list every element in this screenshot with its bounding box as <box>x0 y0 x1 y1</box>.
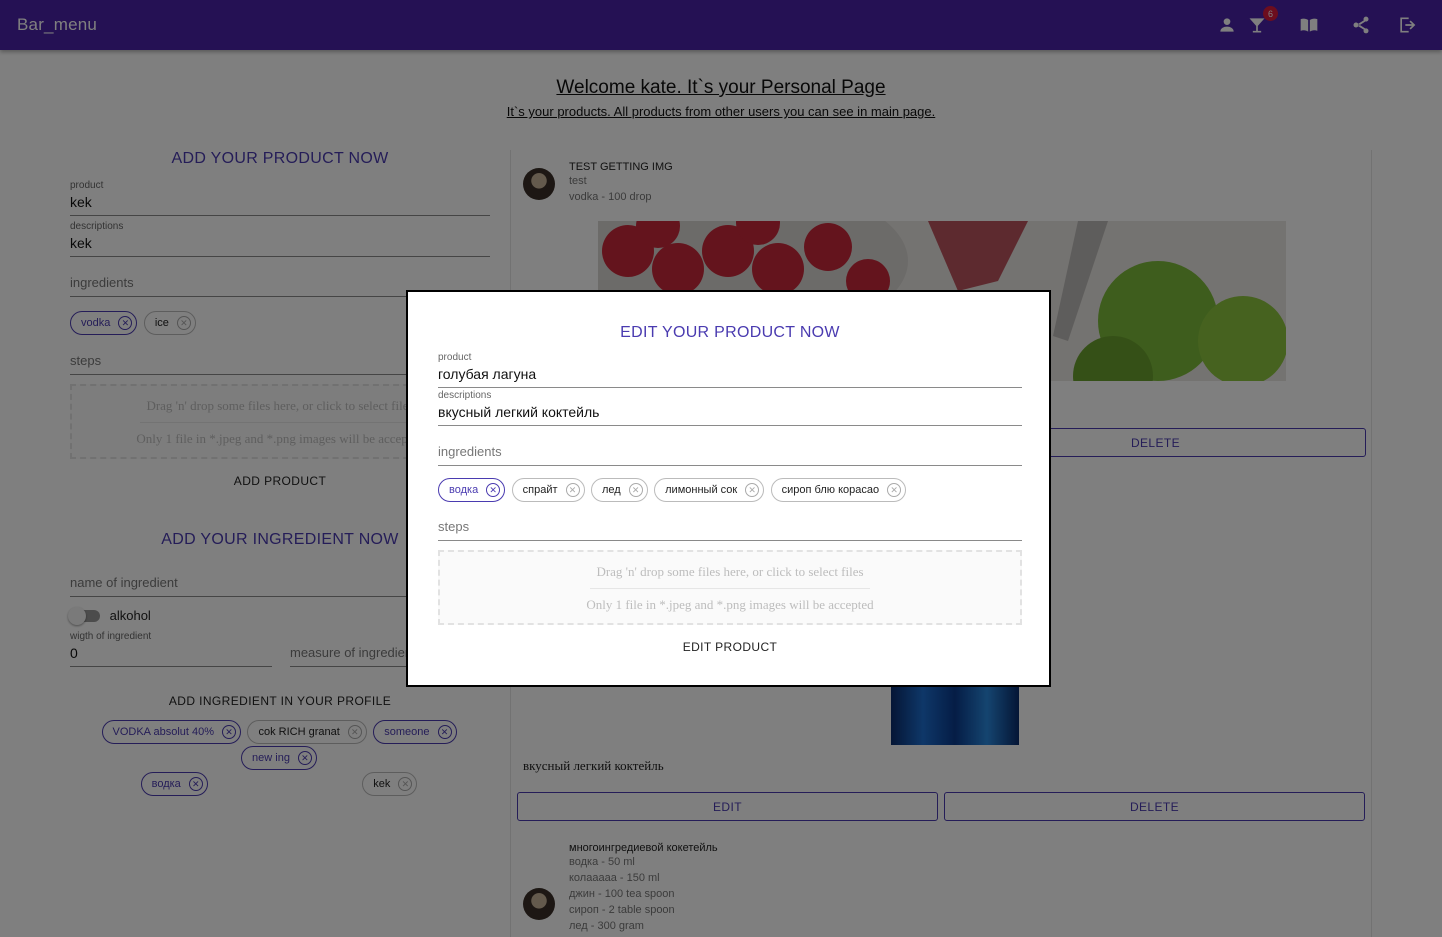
ingredient-chip[interactable]: лед ✕ <box>590 478 648 502</box>
close-icon[interactable]: ✕ <box>887 483 902 497</box>
close-icon[interactable]: ✕ <box>745 483 760 497</box>
product-field[interactable]: product голубая лагуна <box>438 352 1022 388</box>
chip-label: лимонный сок <box>665 484 738 496</box>
ingredients-placeholder: ingredients <box>438 444 502 459</box>
descriptions-value[interactable]: вкусный легкий коктейль <box>438 401 1022 425</box>
descriptions-field[interactable]: descriptions вкусный легкий коктейль <box>438 390 1022 426</box>
close-icon[interactable]: ✕ <box>486 483 501 497</box>
modal-ingredient-chips: водка ✕ спрайт ✕ лед ✕ лимонный сок ✕ сироп … <box>438 478 1022 502</box>
close-icon[interactable]: ✕ <box>565 483 580 497</box>
steps-field[interactable]: steps <box>438 515 1022 541</box>
ingredient-chip[interactable]: лимонный сок ✕ <box>654 478 765 502</box>
chip-label: спрайт <box>522 484 558 496</box>
product-label: product <box>438 352 472 363</box>
steps-placeholder: steps <box>438 519 470 534</box>
chip-label: сироп блю корасао <box>781 484 880 496</box>
ingredient-chip[interactable]: водка ✕ <box>438 478 506 502</box>
edit-product-modal: EDIT YOUR PRODUCT NOW product голубая ла… <box>406 290 1051 687</box>
product-value[interactable]: голубая лагуна <box>438 363 1022 387</box>
chip-label: лед <box>601 484 621 496</box>
descriptions-label: descriptions <box>438 390 492 401</box>
edit-product-title: EDIT YOUR PRODUCT NOW <box>620 324 840 341</box>
close-icon[interactable]: ✕ <box>628 483 643 497</box>
ingredients-select[interactable]: ingredients <box>438 440 1022 466</box>
chip-label: водка <box>449 484 479 496</box>
dropzone-accept-note: Only 1 file in *.jpeg and *.png images w… <box>586 597 874 612</box>
dropzone-hint: Drag 'n' drop some files here, or click … <box>596 564 864 579</box>
edit-product-button[interactable]: EDIT PRODUCT <box>438 640 1022 654</box>
file-dropzone[interactable]: Drag 'n' drop some files here, or click … <box>438 550 1022 625</box>
ingredient-chip[interactable]: сироп блю корасао ✕ <box>770 478 907 502</box>
ingredient-chip[interactable]: спрайт ✕ <box>511 478 585 502</box>
